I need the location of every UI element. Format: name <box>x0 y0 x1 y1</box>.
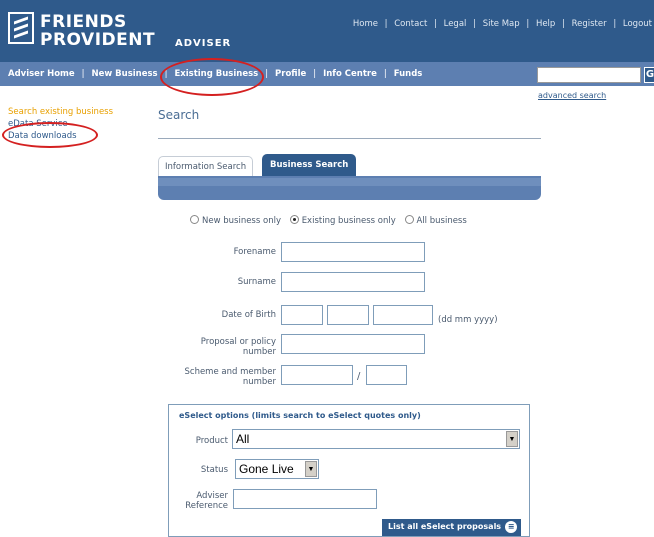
separator: | <box>81 69 85 79</box>
proposal-label: Proposal or policy number <box>160 337 276 357</box>
home-link[interactable]: Home <box>353 19 378 29</box>
legal-link[interactable]: Legal <box>444 19 467 29</box>
nav-new-business[interactable]: New Business <box>91 69 157 79</box>
radio-label: All business <box>416 216 467 226</box>
list-icon: ≡ <box>505 521 518 533</box>
dob-format-hint: (dd mm yyyy) <box>438 315 498 325</box>
leftnav-search-existing[interactable]: Search existing business <box>8 106 113 118</box>
separator: | <box>384 19 388 29</box>
dob-day-field[interactable] <box>281 305 323 325</box>
scheme-label: Scheme and member number <box>160 367 277 387</box>
tab-information-search[interactable]: Information Search <box>158 156 254 176</box>
adviser-ref-label: Adviser Reference <box>160 491 228 511</box>
proposal-label-line1: Proposal or policy <box>200 337 276 347</box>
brand-sub: ADVISER <box>175 38 232 49</box>
nav-profile[interactable]: Profile <box>275 69 306 79</box>
surname-label: Surname <box>237 277 276 287</box>
chevron-down-icon: ▼ <box>506 431 518 447</box>
separator: | <box>526 19 530 29</box>
status-select-value: Gone Live <box>239 462 294 476</box>
radio-label: Existing business only <box>301 216 396 226</box>
separator: | <box>383 69 387 79</box>
radio-new-business[interactable] <box>190 215 199 224</box>
product-select[interactable]: All ▼ <box>232 429 520 449</box>
nav-info-centre[interactable]: Info Centre <box>323 69 377 79</box>
status-label: Status <box>200 465 228 475</box>
annotation-oval-existing-business <box>160 58 264 96</box>
separator: | <box>473 19 476 29</box>
slash-separator: / <box>357 371 361 382</box>
adviser-ref-label-line1: Adviser <box>196 491 228 501</box>
status-select[interactable]: Gone Live ▼ <box>235 459 319 479</box>
radio-all-business[interactable] <box>404 215 414 224</box>
member-number-field[interactable] <box>366 365 407 385</box>
list-eselect-proposals-button[interactable]: List all eSelect proposals ≡ <box>382 519 522 536</box>
scheme-label-line1: Scheme and member <box>184 367 277 377</box>
page-title: Search <box>158 108 200 122</box>
radio-existing-business[interactable] <box>289 215 299 224</box>
proposal-label-line2: number <box>242 347 276 357</box>
brand-line2: PROVIDENT <box>40 30 156 50</box>
separator: | <box>313 69 317 79</box>
nav-funds[interactable]: Funds <box>394 69 423 79</box>
adviser-reference-field[interactable] <box>233 489 377 509</box>
nav-adviser-home[interactable]: Adviser Home <box>8 69 75 79</box>
list-button-label: List all eSelect proposals <box>388 522 502 531</box>
separator: | <box>613 19 617 29</box>
contact-link[interactable]: Contact <box>394 19 427 29</box>
logo-icon <box>8 12 34 44</box>
advanced-search-link[interactable]: advanced search <box>538 91 606 100</box>
separator: | <box>265 69 269 79</box>
help-link[interactable]: Help <box>536 19 555 29</box>
utility-links: Home | Contact | Legal | Site Map | Help… <box>353 19 652 29</box>
brand-line1: FRIENDS <box>40 12 127 32</box>
proposal-number-field[interactable] <box>281 334 425 354</box>
chevron-down-icon: ▼ <box>305 461 317 477</box>
dob-year-field[interactable] <box>373 305 433 325</box>
eselect-panel-title: eSelect options (limits search to eSelec… <box>179 411 421 420</box>
surname-field[interactable] <box>281 272 425 292</box>
site-map-link[interactable]: Site Map <box>483 19 520 29</box>
business-type-radios: New business only Existing business only… <box>190 215 467 226</box>
dob-month-field[interactable] <box>327 305 369 325</box>
annotation-oval-data-downloads <box>2 122 98 148</box>
product-select-value: All <box>236 432 250 446</box>
register-link[interactable]: Register <box>572 19 607 29</box>
tab-business-search[interactable]: Business Search <box>262 154 357 176</box>
header: FRIENDS PROVIDENT ADVISER Home | Contact… <box>0 0 654 62</box>
radio-label: New business only <box>202 216 281 226</box>
logout-link[interactable]: Logout <box>623 19 652 29</box>
separator: | <box>434 19 437 29</box>
adviser-ref-label-line2: Reference <box>185 501 228 511</box>
scheme-label-line2: number <box>242 377 276 387</box>
tab-band-highlight <box>158 178 541 186</box>
divider <box>158 138 541 139</box>
search-go-button[interactable]: G <box>644 67 654 83</box>
tab-band-bottom <box>158 186 541 200</box>
forename-label: Forename <box>233 247 276 257</box>
dob-label: Date of Birth <box>221 310 276 320</box>
forename-field[interactable] <box>281 242 425 262</box>
search-input[interactable] <box>537 67 641 83</box>
scheme-number-field[interactable] <box>281 365 353 385</box>
separator: | <box>562 19 565 29</box>
product-label: Product <box>195 436 228 446</box>
